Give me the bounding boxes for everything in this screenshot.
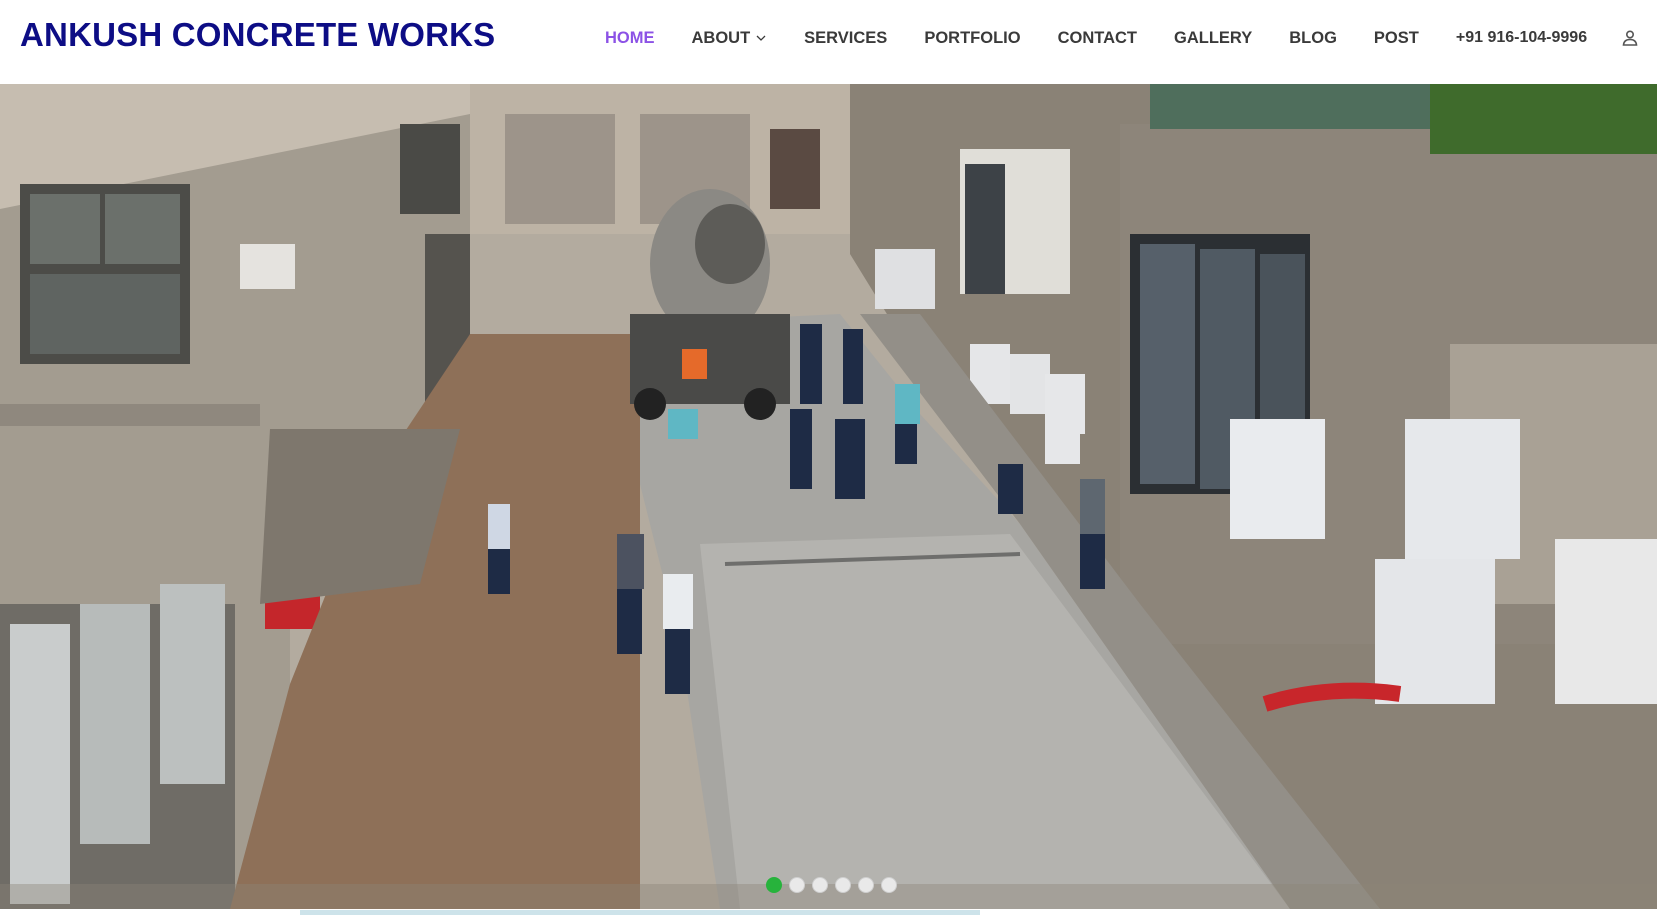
nav-item-gallery[interactable]: GALLERY [1174,29,1252,48]
slider-dot-5[interactable] [858,877,874,893]
slider-dot-3[interactable] [812,877,828,893]
slider-dot-2[interactable] [789,877,805,893]
slider-dot-1[interactable] [766,877,782,893]
slider-pagination [766,877,897,893]
nav-item-contact[interactable]: CONTACT [1058,29,1137,48]
hero-slide-image [0,84,1657,909]
nav-item-portfolio[interactable]: PORTFOLIO [924,29,1020,48]
chevron-down-icon [756,35,766,41]
slider-dot-4[interactable] [835,877,851,893]
user-icon[interactable] [1620,28,1640,48]
site-header: ANKUSH CONCRETE WORKS HOME ABOUT SERVICE… [0,0,1657,84]
brand-logo-text[interactable]: ANKUSH CONCRETE WORKS [20,16,495,54]
nav-item-post[interactable]: POST [1374,29,1419,48]
scroll-indicator [300,910,980,915]
nav-item-blog[interactable]: BLOG [1289,29,1337,48]
nav-item-home[interactable]: HOME [605,29,655,48]
nav-item-services[interactable]: SERVICES [804,29,887,48]
slider-dot-6[interactable] [881,877,897,893]
hero-slider[interactable] [0,84,1657,909]
nav-phone-link[interactable]: +91 916-104-9996 [1456,29,1587,47]
nav-item-about-label: ABOUT [691,28,751,47]
main-nav: HOME ABOUT SERVICES PORTFOLIO CONTACT GA… [605,26,1619,50]
nav-item-about[interactable]: ABOUT [692,29,768,48]
